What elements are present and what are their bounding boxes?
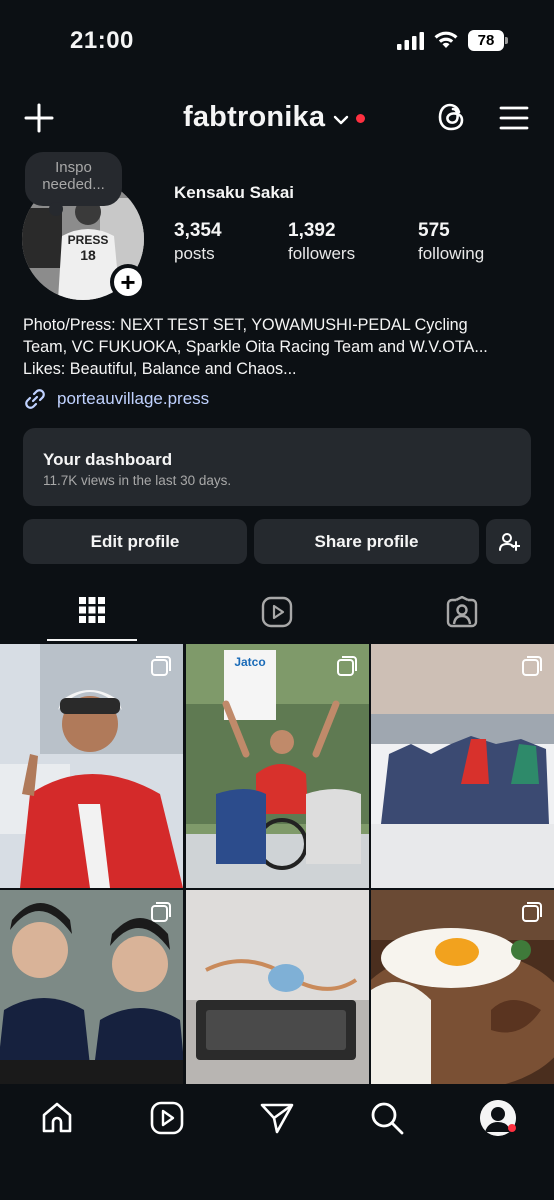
bottom-nav [0, 1084, 554, 1200]
link-text[interactable]: porteauvillage.press [57, 389, 209, 409]
add-user-icon [498, 532, 520, 551]
discover-people-button[interactable] [486, 519, 531, 564]
battery-indicator: 78 [468, 30, 508, 51]
send-icon[interactable] [259, 1100, 295, 1136]
stat-value: 3,354 [174, 220, 222, 241]
active-tab-indicator [47, 639, 137, 641]
notification-dot [356, 114, 366, 123]
multiple-photos-icon [522, 902, 542, 922]
stat-label: followers [288, 244, 356, 263]
stat-value: 575 [418, 220, 450, 241]
bio-line: Photo/Press: NEXT TEST SET, YOWAMUSHI-PE… [23, 316, 468, 334]
reels-icon[interactable] [149, 1100, 185, 1136]
home-icon[interactable] [39, 1100, 75, 1136]
post-cyclist-portrait[interactable] [0, 644, 183, 888]
signal-icon [397, 32, 424, 50]
post-image: Jatco [186, 644, 369, 888]
profile-notification-dot [508, 1124, 516, 1132]
battery-level: 78 [477, 32, 495, 49]
multiple-photos-icon [337, 656, 357, 676]
stat-value: 1,392 [288, 220, 336, 241]
multiple-photos-icon [151, 656, 171, 676]
bio-line: Team, VC FUKUOKA, Sparkle Oita Racing Te… [23, 338, 488, 356]
dashboard-card[interactable]: Your dashboard 11.7K views in the last 3… [23, 428, 531, 506]
username: fabtronika [183, 101, 326, 133]
banner-text: Jatco [234, 655, 265, 669]
stat-following[interactable]: 575 following [418, 220, 484, 264]
svg-text:PRESS: PRESS [68, 233, 109, 247]
tagged-icon [446, 596, 478, 628]
profile-header: fabtronika [0, 95, 554, 143]
dashboard-subtitle: 11.7K views in the last 30 days. [43, 473, 232, 488]
threads-icon[interactable] [436, 100, 468, 134]
profile-link[interactable]: porteauvillage.press [23, 387, 209, 411]
post-peloton[interactable] [371, 644, 554, 888]
multiple-photos-icon [522, 656, 542, 676]
create-plus-icon[interactable] [24, 103, 54, 133]
post-image [0, 644, 183, 888]
add-story-button[interactable]: + [110, 264, 146, 300]
stat-label: posts [174, 244, 215, 263]
stat-posts[interactable]: 3,354 posts [174, 220, 222, 264]
chevron-down-icon [333, 115, 349, 124]
profile-tabs [0, 590, 554, 642]
menu-icon[interactable] [499, 105, 529, 131]
dashboard-title: Your dashboard [43, 450, 173, 469]
stat-label: following [418, 244, 485, 263]
note-bubble[interactable]: Inspo needed... [25, 152, 122, 216]
display-name: Kensaku Sakai [174, 183, 295, 202]
tab-tagged[interactable] [370, 590, 554, 642]
wifi-icon [434, 31, 458, 48]
edit-profile-button[interactable]: Edit profile [23, 519, 247, 564]
grid-icon [79, 597, 105, 623]
share-profile-button[interactable]: Share profile [254, 519, 479, 564]
svg-text:18: 18 [80, 247, 96, 263]
tab-posts-grid[interactable] [0, 590, 184, 642]
search-icon[interactable] [369, 1100, 405, 1136]
post-race-finish[interactable]: Jatco [186, 644, 369, 888]
multiple-photos-icon [151, 902, 171, 922]
post-image [371, 644, 554, 888]
bio: Photo/Press: NEXT TEST SET, YOWAMUSHI-PE… [23, 314, 533, 380]
post-image [186, 890, 369, 1084]
reels-icon [261, 596, 293, 628]
posts-grid: Jatco [0, 644, 554, 1090]
tab-reels[interactable] [185, 590, 369, 642]
account-switcher[interactable]: fabtronika [183, 101, 366, 134]
stat-followers[interactable]: 1,392 followers [288, 220, 355, 264]
link-icon [25, 389, 45, 409]
status-bar: 21:00 78 [0, 0, 554, 80]
status-time: 21:00 [70, 27, 134, 54]
bio-line: Likes: Beautiful, Balance and Chaos... [23, 360, 297, 378]
